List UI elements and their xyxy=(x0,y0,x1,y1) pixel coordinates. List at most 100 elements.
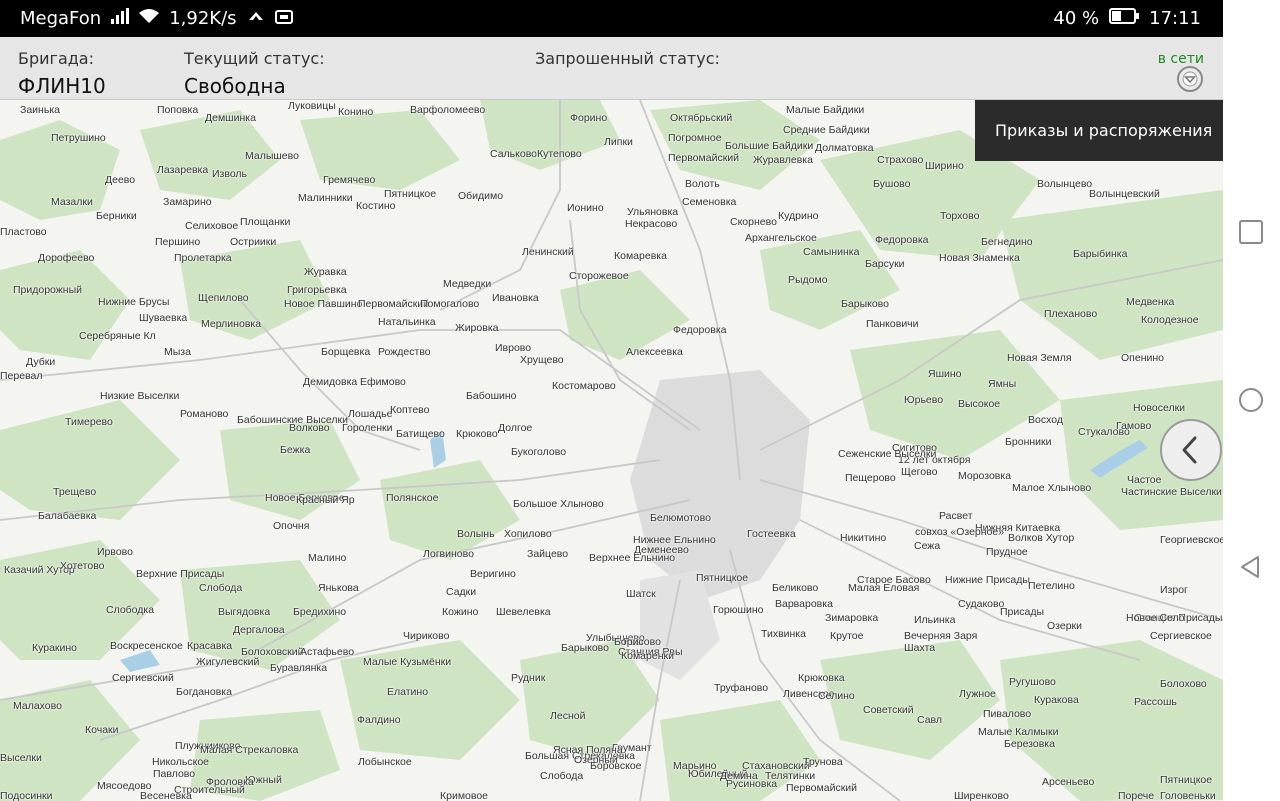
map-place-label: Рыдомо xyxy=(788,274,828,286)
map-place-label: Сторожевое xyxy=(569,270,629,282)
map-place-label: Медведки xyxy=(443,278,492,290)
map-place-label: Средние Байдики xyxy=(783,124,870,136)
map-place-label: Шевелевка xyxy=(496,606,551,618)
map-place-label: Бронники xyxy=(1005,436,1052,448)
map-place-label: Торхово xyxy=(940,210,980,222)
map-place-label: Медвенка xyxy=(1126,296,1175,308)
map-place-label: Белюмотово xyxy=(650,512,711,524)
map-place-label: Новое Село xyxy=(1126,612,1185,624)
map-place-label: Федоровка xyxy=(875,234,929,246)
map-place-label: Жигулевский xyxy=(196,656,260,668)
map-place-label: Лазаревка xyxy=(157,164,209,176)
map-place-label: Ульяновка xyxy=(627,206,679,218)
map-place-label: Ясная Поляна xyxy=(553,744,623,756)
map-place-label: Зайцево xyxy=(527,548,569,560)
map-place-label: Демидовка xyxy=(303,376,358,388)
map-place-label: Частинские Выселки xyxy=(1121,486,1222,498)
map-place-label: Воскресенское xyxy=(110,640,183,652)
map-place-label: Кудрино xyxy=(778,210,819,222)
map-place-label: Балабаевка xyxy=(38,510,97,522)
map-place-label: Малые Байдики xyxy=(786,104,865,116)
requested-status-block[interactable]: Запрошенный статус: xyxy=(535,49,720,74)
map-place-label: Советский xyxy=(863,704,914,716)
map-place-label: Заинька xyxy=(20,104,60,116)
map-place-label: Елатино xyxy=(387,686,429,698)
system-navigation-bar xyxy=(1223,0,1280,801)
map-place-label: Тихвинка xyxy=(761,628,806,640)
map-place-label: Обидимо xyxy=(458,190,504,202)
map-place-label: Щепилово xyxy=(198,292,249,304)
map-place-label: Березовка xyxy=(1004,738,1055,750)
map-place-label: Новая Земля xyxy=(1007,352,1072,364)
recents-button[interactable] xyxy=(1238,219,1264,249)
map-place-label: Петелино xyxy=(1028,580,1075,592)
connection-status: в сети xyxy=(1157,51,1204,67)
home-button[interactable] xyxy=(1238,387,1264,417)
map-place-label: Болохово xyxy=(1160,678,1207,690)
map-place-label: Борщевка xyxy=(321,346,371,358)
map-place-label: Ямны xyxy=(988,378,1017,390)
map-place-label: Присады xyxy=(1000,606,1045,618)
map-place-label: Скорнево xyxy=(730,216,777,228)
map-place-label: Зимаровка xyxy=(825,612,879,624)
map-place-label: Романово xyxy=(180,408,229,420)
map-place-label: Пролетарка xyxy=(174,252,232,264)
map-place-label: Шуваевка xyxy=(139,312,188,324)
map-place-label: совхоз «Озерное» xyxy=(915,526,1005,538)
current-status-value: Свободна xyxy=(184,74,286,98)
map-place-label: Архангельское xyxy=(745,232,817,244)
map-place-label: Фалдино xyxy=(357,714,401,726)
circle-icon xyxy=(1239,388,1263,412)
map-place-label: Погромное xyxy=(668,132,722,144)
map-place-label: Гамово xyxy=(1116,420,1152,432)
map-place-label: Комаревка xyxy=(614,250,667,262)
map-place-label: Бегнедино xyxy=(981,236,1033,248)
back-button[interactable] xyxy=(1238,554,1264,584)
map-place-label: Дубки xyxy=(26,356,56,368)
map-place-label: Федоровка xyxy=(673,324,727,336)
map-place-label: Волоть xyxy=(685,178,720,190)
map-place-label: Пластово xyxy=(0,226,47,238)
map-place-label: Янькова xyxy=(318,582,359,594)
map-place-label: Яшино xyxy=(928,368,962,380)
map-place-label: Жировка xyxy=(455,322,499,334)
map-place-label: Беликово xyxy=(772,582,819,594)
map-place-label: Морозовка xyxy=(958,470,1012,482)
map-place-label: Чириково xyxy=(403,630,450,642)
map-place-label: Горюшино xyxy=(713,604,764,616)
map-place-label: Малое Хлыново xyxy=(1012,482,1092,494)
map-place-label: Новоселки xyxy=(1133,402,1186,414)
map-place-label: Хрущево xyxy=(520,354,564,366)
map-place-label: Деево xyxy=(105,174,136,186)
map-place-label: Малахово xyxy=(13,700,62,712)
data-saver-icon xyxy=(247,8,265,29)
map-place-label: Площанки xyxy=(240,216,291,228)
map-place-label: Первомайский xyxy=(786,782,858,794)
map-place-label: Волынь xyxy=(457,528,495,540)
map-place-label: Барыбинка xyxy=(1073,248,1128,260)
map-place-label: Натальинка xyxy=(378,316,436,328)
map-place-label: Семеновка xyxy=(682,196,737,208)
map-back-button[interactable] xyxy=(1160,419,1222,481)
map-place-label: Большие Байдики xyxy=(725,140,814,152)
map-place-label: Расвет xyxy=(939,510,973,522)
orders-menu-item[interactable]: Приказы и распоряжения xyxy=(975,100,1223,161)
map-place-label: Выселки xyxy=(0,752,42,764)
map-place-label: Серебряные Кл xyxy=(79,330,156,342)
map-place-label: Головеньки xyxy=(1160,790,1216,801)
map-place-label: Первомайский xyxy=(668,152,740,164)
map-place-label: Никитино xyxy=(840,532,887,544)
chevron-left-icon xyxy=(1182,436,1197,464)
map-place-label: Весеневка xyxy=(140,790,192,801)
map-place-label: Изволь xyxy=(212,168,248,180)
map-place-label: Ивановка xyxy=(492,292,539,304)
clock: 17:11 xyxy=(1149,8,1201,29)
header-menu-button[interactable] xyxy=(1177,66,1203,92)
map-place-label: Варфоломеево xyxy=(410,104,486,116)
map-place-label: Русиновка xyxy=(726,778,778,790)
map-place-label: Павлово xyxy=(153,768,196,780)
map-place-label: Садки xyxy=(446,586,477,598)
map-place-label: Юрьево xyxy=(904,394,944,406)
map-view[interactable]: Заинька Поповка Демшинка Луковицы Конино Варф… xyxy=(0,100,1223,801)
map-place-label: Пятницкое xyxy=(696,572,749,584)
